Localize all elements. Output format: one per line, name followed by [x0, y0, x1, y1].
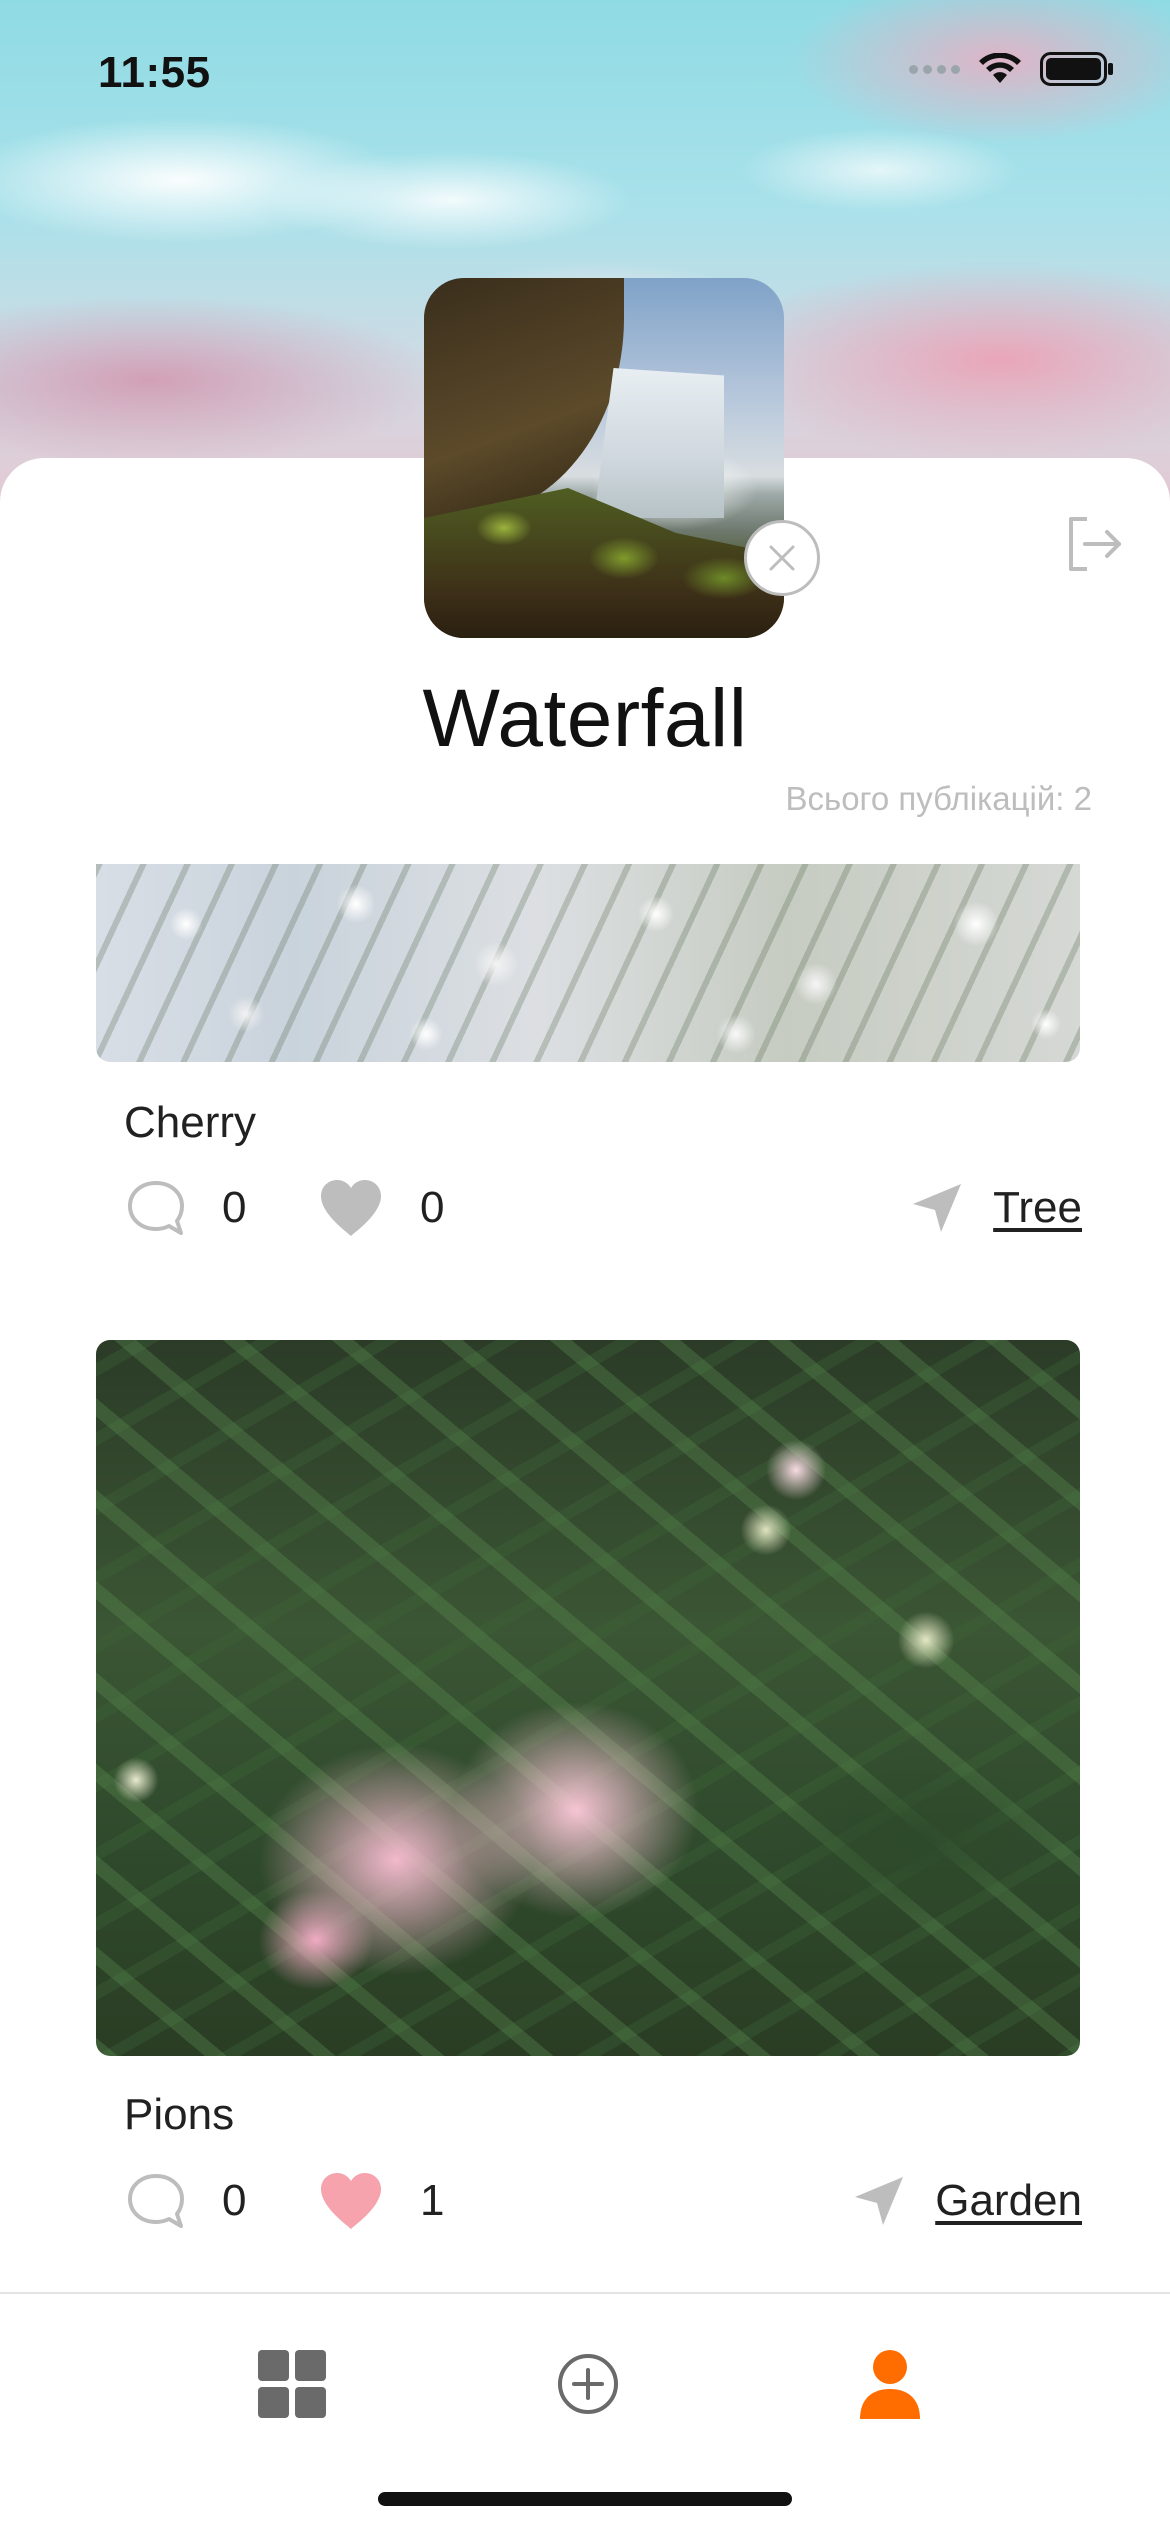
location[interactable]: Tree — [911, 1173, 1082, 1243]
like-button[interactable]: 1 — [318, 2166, 444, 2236]
location-link[interactable]: Tree — [993, 1183, 1082, 1233]
like-button[interactable]: 0 — [318, 1173, 444, 1243]
tab-create-post[interactable] — [548, 2344, 628, 2424]
logout-icon — [1069, 517, 1121, 571]
profile-avatar[interactable] — [424, 278, 784, 638]
post-meta: 0 0 Tree — [124, 1173, 1082, 1243]
status-icons — [909, 52, 1114, 86]
avatar-photo-waterfall — [594, 368, 724, 518]
comments-count: 0 — [222, 2176, 247, 2225]
tab-profile[interactable] — [850, 2344, 930, 2424]
location-arrow-icon — [913, 1184, 962, 1232]
post-title: Cherry — [124, 1098, 257, 1147]
comment-icon — [128, 2174, 184, 2228]
heart-icon — [321, 2173, 381, 2229]
cellular-signal-icon — [909, 64, 960, 74]
comment-icon — [128, 1181, 184, 1235]
comments-button[interactable]: 0 — [124, 2166, 246, 2236]
location-link[interactable]: Garden — [935, 2176, 1082, 2226]
user-icon — [860, 2350, 920, 2419]
tab-posts[interactable] — [252, 2344, 332, 2424]
logout-button[interactable] — [1062, 512, 1126, 576]
battery-icon — [1040, 52, 1113, 86]
plus-circle-icon — [558, 2354, 618, 2414]
grid-icon — [258, 2350, 326, 2418]
status-bar: 11:55 — [0, 0, 1170, 140]
home-indicator — [378, 2492, 792, 2506]
location-arrow-icon — [855, 2177, 904, 2225]
remove-avatar-button[interactable] — [744, 520, 820, 596]
likes-count: 1 — [420, 2176, 445, 2225]
comments-button[interactable]: 0 — [124, 1173, 246, 1243]
status-time: 11:55 — [98, 48, 211, 97]
posts-count: Всього публікацій: 2 — [785, 780, 1092, 817]
post-photo-cherry[interactable] — [96, 864, 1080, 1062]
post-title: Pions — [124, 2090, 235, 2139]
post-photo-pions[interactable] — [96, 1340, 1080, 2056]
wifi-icon — [979, 53, 1021, 83]
profile-name: Waterfall — [422, 673, 748, 764]
post-meta: 0 1 Garden — [124, 2166, 1082, 2236]
location[interactable]: Garden — [853, 2166, 1082, 2236]
close-icon — [769, 545, 795, 571]
avatar-photo-grass — [424, 488, 784, 638]
heart-icon — [321, 1180, 381, 1236]
avatar-photo-rock — [424, 278, 624, 518]
comments-count: 0 — [222, 1183, 247, 1232]
likes-count: 0 — [420, 1183, 445, 1232]
